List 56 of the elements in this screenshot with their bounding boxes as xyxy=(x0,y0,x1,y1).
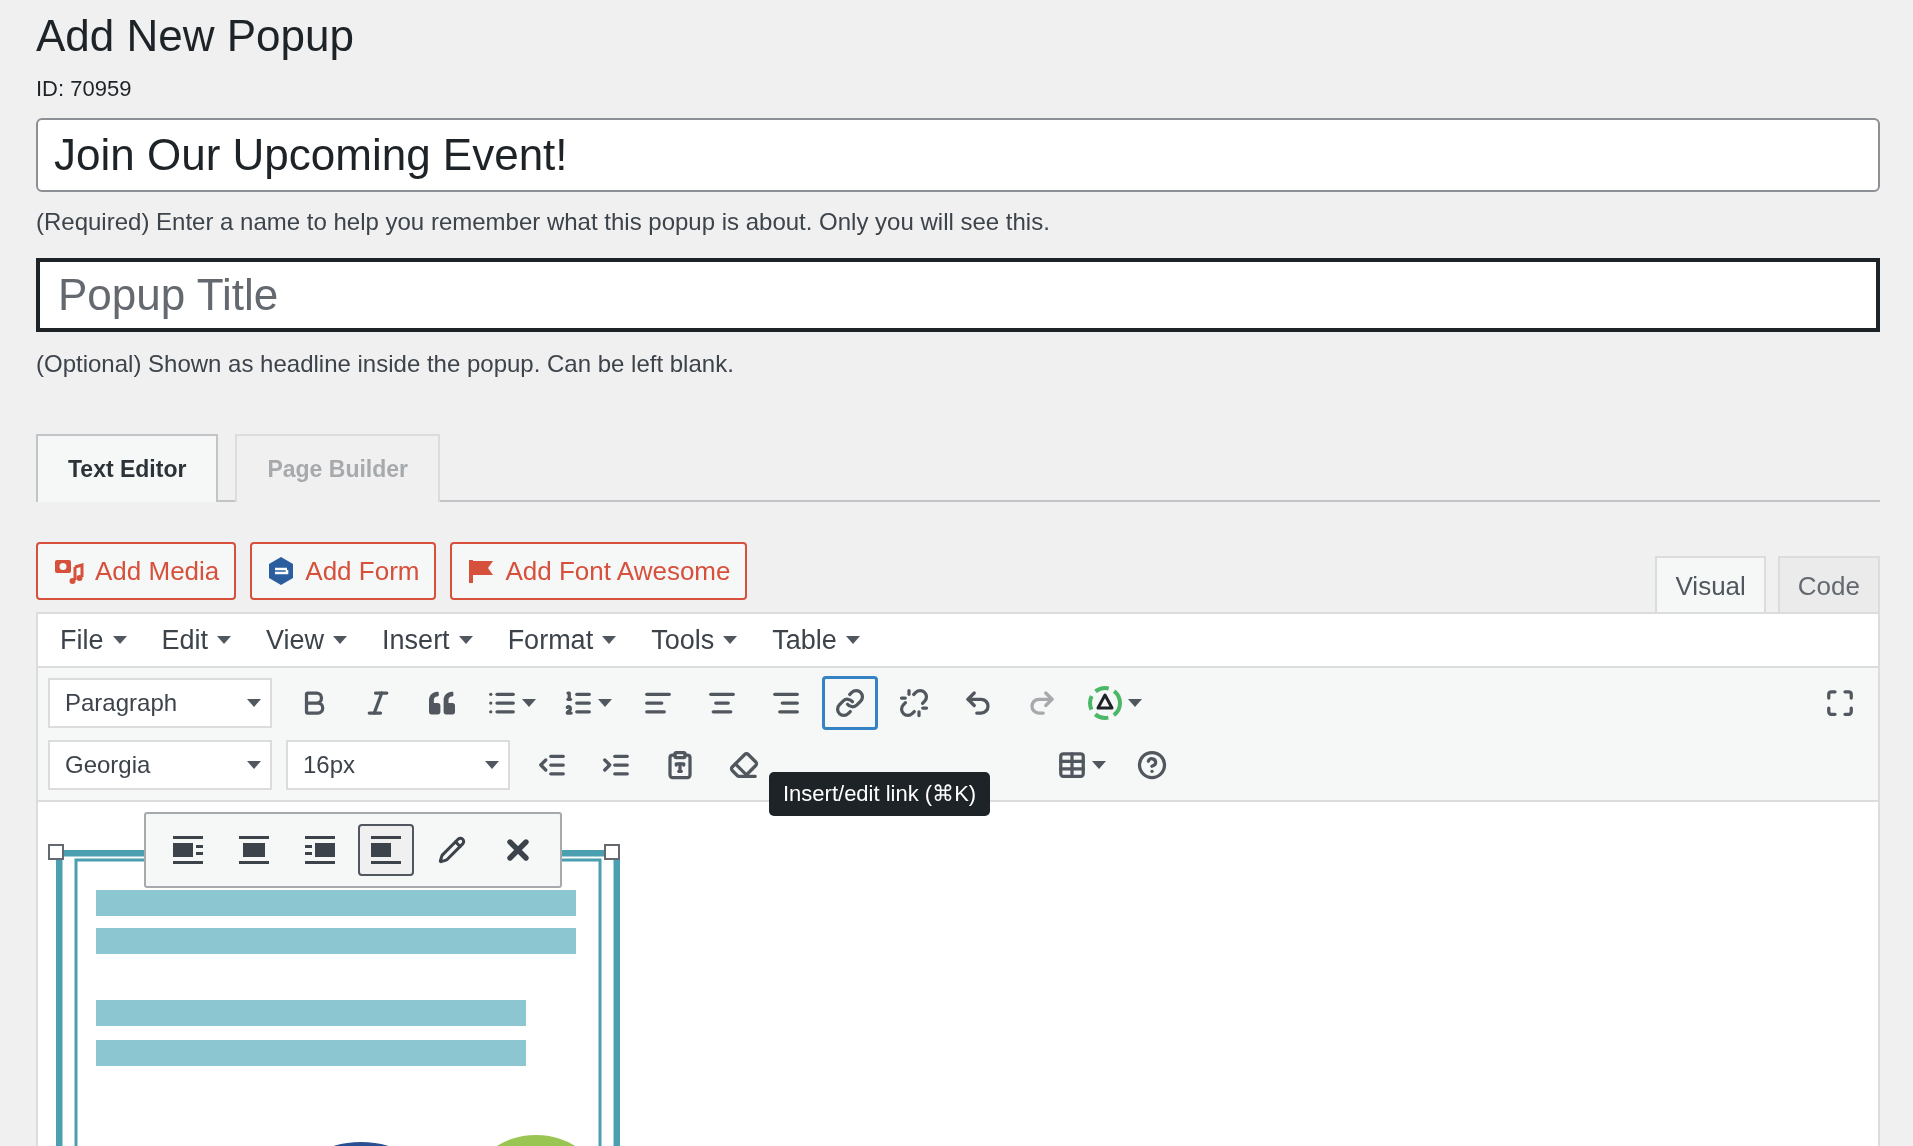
resize-handle[interactable] xyxy=(604,844,620,860)
post-id: ID: 70959 xyxy=(36,76,133,102)
menu-item[interactable]: Table xyxy=(760,624,873,656)
caret-icon xyxy=(216,635,233,645)
no-alignment-icon xyxy=(371,836,401,864)
menu-item[interactable]: Format xyxy=(495,624,630,656)
unlink-icon xyxy=(899,688,929,718)
caret-icon xyxy=(484,760,500,770)
table-icon xyxy=(1057,750,1087,780)
format-select[interactable]: 16px xyxy=(286,740,510,790)
media-button[interactable]: Add Media xyxy=(36,542,237,600)
format-select[interactable]: Georgia xyxy=(48,740,272,790)
menu-item[interactable]: Tools xyxy=(639,624,751,656)
editor-tab[interactable]: Text Editor xyxy=(36,434,219,502)
help-text: (Optional) Shown as headline inside the popup. Can be left blank. xyxy=(36,350,735,378)
tooltip: Insert/edit link (⌘K) xyxy=(769,772,991,816)
caret-icon xyxy=(246,698,262,708)
toolbar-button[interactable] xyxy=(822,676,878,730)
flag-icon xyxy=(467,557,496,585)
menu-item[interactable]: Insert xyxy=(370,624,486,656)
align-left-icon xyxy=(173,836,203,864)
format-select[interactable]: Paragraph xyxy=(48,678,272,728)
caret-icon xyxy=(111,635,128,645)
view-tab[interactable]: Code xyxy=(1777,556,1880,614)
name-field[interactable]: Join Our Upcoming Event! xyxy=(36,118,1880,192)
menu-item[interactable]: Edit xyxy=(149,624,245,656)
caret-icon xyxy=(457,635,474,645)
help-text: (Required) Enter a name to help you remember what this popup is about. Only you will see this. xyxy=(36,207,1051,236)
paste-as-text-icon xyxy=(665,750,695,780)
caret-icon xyxy=(601,635,618,645)
pencil-icon xyxy=(438,836,466,864)
align-right-icon xyxy=(305,836,335,864)
numbered-list-icon xyxy=(563,688,593,718)
quote-icon xyxy=(429,690,455,716)
title-field[interactable]: Popup Title xyxy=(36,258,1880,332)
menu-item[interactable]: View xyxy=(254,624,361,656)
help-icon xyxy=(1137,750,1167,780)
eraser-icon xyxy=(729,750,759,780)
assistant-icon xyxy=(1087,685,1123,721)
undo-icon xyxy=(963,688,993,718)
menu-item[interactable]: File xyxy=(48,624,140,656)
view-tab[interactable]: Visual xyxy=(1655,556,1766,614)
caret-icon xyxy=(844,635,861,645)
image-toolbar-button[interactable] xyxy=(358,824,414,876)
form-logo-icon xyxy=(267,556,296,586)
align-center-icon xyxy=(239,836,269,864)
caret-icon xyxy=(246,760,262,770)
caret-icon xyxy=(722,635,739,645)
caret-icon xyxy=(332,635,349,645)
media-button[interactable]: Add Form xyxy=(250,542,437,600)
resize-handle[interactable] xyxy=(48,844,64,860)
fullscreen-icon xyxy=(1825,688,1855,718)
link-icon xyxy=(835,688,865,718)
page-title: Add New Popup xyxy=(36,10,355,62)
media-button[interactable]: Add Font Awesome xyxy=(450,542,748,600)
redo-icon xyxy=(1027,688,1057,718)
